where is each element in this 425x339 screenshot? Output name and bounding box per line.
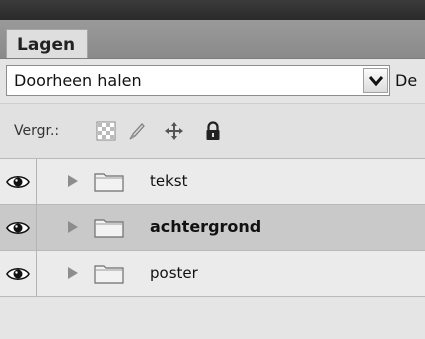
lock-image-pixels-icon[interactable] — [127, 121, 147, 141]
layer-row[interactable]: tekst — [0, 158, 425, 204]
layers-empty-area — [0, 296, 425, 339]
layer-name: achtergrond — [150, 217, 262, 236]
visibility-toggle[interactable] — [0, 205, 37, 250]
opacity-label: De — [395, 71, 418, 90]
disclosure-triangle-icon[interactable] — [66, 174, 80, 188]
layer-name: poster — [150, 264, 198, 282]
blend-mode-value: Doorheen halen — [14, 71, 142, 90]
blend-mode-select[interactable]: Doorheen halen — [6, 65, 390, 96]
lock-label: Vergr.: — [14, 123, 60, 139]
visibility-toggle[interactable] — [0, 159, 37, 204]
lock-all-icon[interactable] — [203, 121, 223, 141]
chevron-down-icon — [368, 75, 383, 86]
folder-icon — [94, 173, 124, 192]
layer-row[interactable]: achtergrond — [0, 204, 425, 250]
lock-row: Vergr.: — [0, 103, 425, 158]
eye-icon — [6, 175, 30, 188]
tab-layers-label: Lagen — [17, 35, 76, 55]
visibility-toggle[interactable] — [0, 251, 37, 296]
lock-transparent-pixels-icon[interactable] — [96, 121, 116, 141]
panel-tab-strip: Lagen — [0, 20, 425, 59]
blend-mode-row: Doorheen halen De — [0, 59, 425, 103]
blend-mode-dropdown-button[interactable] — [363, 68, 388, 93]
eye-icon — [6, 267, 30, 280]
disclosure-triangle-icon[interactable] — [66, 266, 80, 280]
layer-name: tekst — [150, 172, 188, 190]
eye-icon — [6, 221, 30, 234]
tab-layers[interactable]: Lagen — [6, 29, 88, 58]
folder-icon — [94, 265, 124, 284]
panel-top-bar — [0, 0, 425, 20]
lock-position-icon[interactable] — [164, 121, 184, 141]
disclosure-triangle-icon[interactable] — [66, 220, 80, 234]
layer-row[interactable]: poster — [0, 250, 425, 296]
folder-icon — [94, 219, 124, 238]
